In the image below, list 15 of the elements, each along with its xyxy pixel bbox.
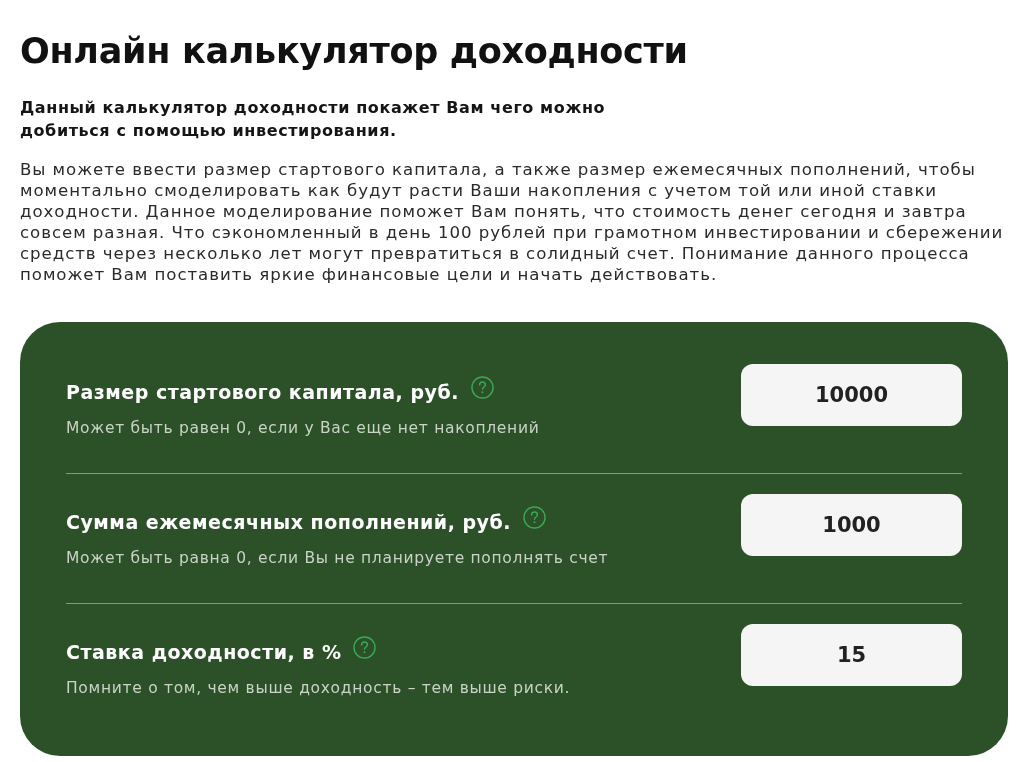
field-hint: Может быть равна 0, если Вы не планируете пополнять счет [66, 548, 609, 568]
field-hint: Помните о том, чем выше доходность – тем выше риски. [66, 678, 571, 698]
page-title: Онлайн калькулятор доходности [20, 30, 688, 73]
input-field[interactable]: 1000 [741, 494, 962, 556]
field-label: Сумма ежемесячных пополнений, руб. [66, 510, 511, 534]
description-text: Вы можете ввести размер стартового капитала, а также размер ежемесячных пополнений, чтобы моментально смоделировать как будут расти Ваши накопления с учетом той или иной ставки доходности. Данное моделирование поможет Вам понять, что стоимость денег сегодня и завтра совсем разная. Что сэкономленный в день 100 рублей при грамотном инвестировании и сбережении средств через несколько лет могут превратиться в солидный счет. Понимание данного процесса поможет Вам поставить яркие финансовые цели и начать действовать. [20, 159, 1005, 285]
field-hint: Может быть равен 0, если у Вас еще нет накоплений [66, 418, 540, 438]
input-field[interactable]: 15 [741, 624, 962, 686]
input-field[interactable]: 10000 [741, 364, 962, 426]
help-icon[interactable] [353, 635, 377, 659]
lead-text: Данный калькулятор доходности покажет Вам чего можно добиться с помощью инвестирования. [20, 97, 607, 142]
field-label: Ставка доходности, в % [66, 640, 342, 664]
help-icon[interactable] [470, 375, 494, 399]
field-label: Размер стартового капитала, руб. [66, 380, 459, 404]
help-icon[interactable] [522, 505, 546, 529]
